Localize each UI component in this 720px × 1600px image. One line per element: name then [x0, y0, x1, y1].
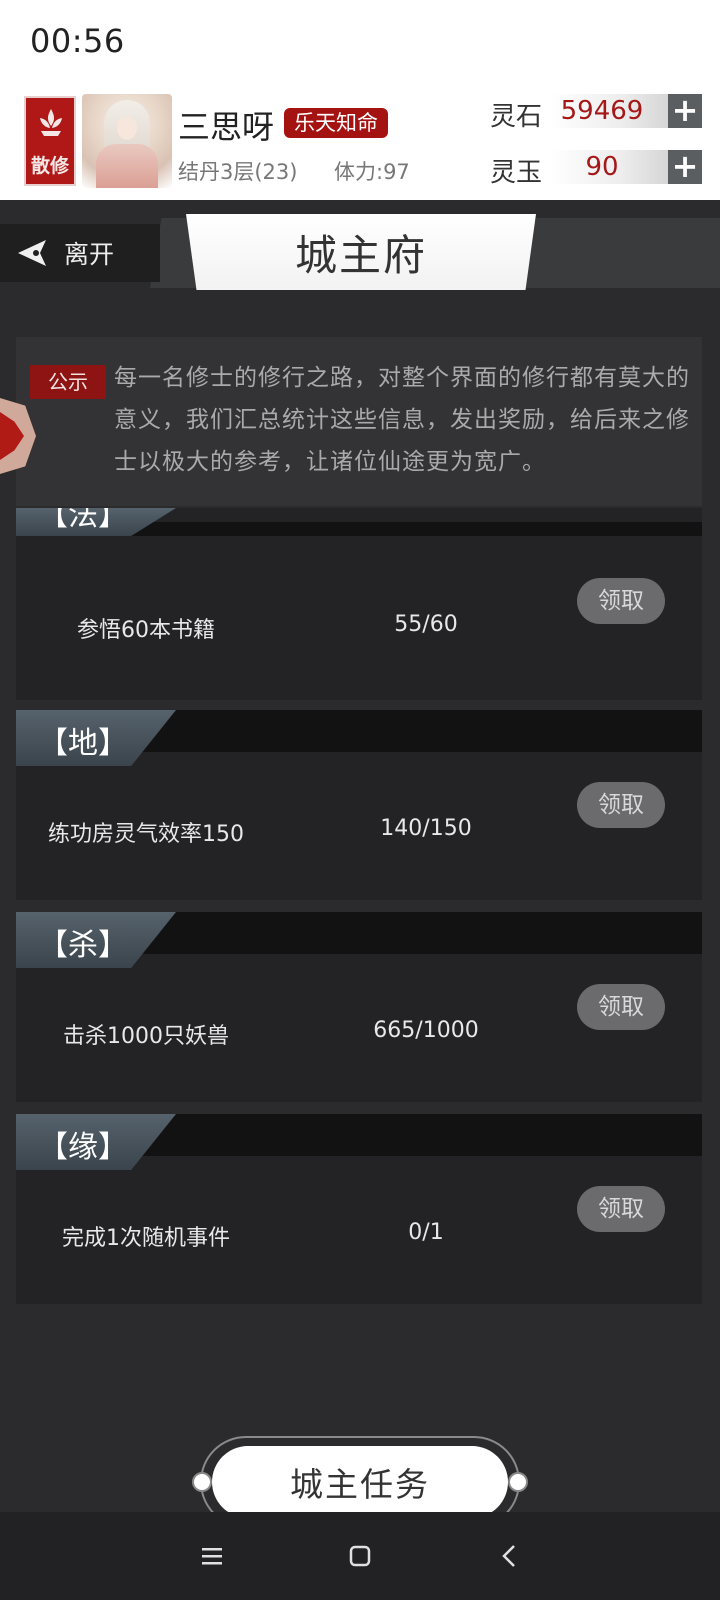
task-card: 【缘】 完成1次随机事件 0/1 领取 — [16, 1114, 702, 1304]
system-nav-bar — [0, 1512, 720, 1600]
notice-tag: 公示 — [30, 365, 106, 399]
task-tab-label: 【地】 — [38, 726, 128, 761]
task-card: 【杀】 击杀1000只妖兽 665/1000 领取 — [16, 912, 702, 1102]
task-tab-label: 【杀】 — [38, 928, 128, 963]
bottom-button-left-dot — [192, 1472, 212, 1492]
task-tab-label: 【缘】 — [38, 1130, 128, 1165]
currency-spirit-jade: 灵玉 90 + — [490, 150, 710, 190]
title-bar: 离开 城主府 — [0, 200, 720, 300]
currency-spirit-stone: 灵石 59469 + — [490, 94, 710, 134]
claim-button[interactable]: 领取 — [577, 984, 665, 1030]
plus-icon[interactable]: + — [668, 94, 702, 128]
currency-value: 59469 — [560, 96, 644, 126]
task-progress: 0/1 — [408, 1220, 444, 1245]
player-header: 散修 三思呀 乐天知命 结丹3层(23) 体力:97 灵石 59469 + 灵玉… — [0, 86, 720, 200]
task-description: 参悟60本书籍 — [77, 618, 215, 643]
home-icon[interactable] — [344, 1540, 376, 1572]
currency-label: 灵石 — [490, 102, 543, 132]
task-card: 【法】 参悟60本书籍 55/60 领取 — [16, 508, 702, 700]
task-progress: 140/150 — [380, 816, 472, 841]
lotus-emblem-icon — [40, 109, 62, 136]
task-tab: 【杀】 — [16, 912, 176, 968]
back-label: 离开 — [64, 240, 115, 269]
page-title: 城主府 — [294, 230, 427, 280]
sect-label: 散修 — [30, 155, 69, 177]
back-nav-icon[interactable] — [494, 1540, 526, 1572]
back-button[interactable]: 离开 — [0, 224, 160, 282]
task-description: 击杀1000只妖兽 — [63, 1024, 229, 1049]
claim-button[interactable]: 领取 — [577, 1186, 665, 1232]
avatar[interactable] — [82, 94, 172, 188]
plus-icon[interactable]: + — [668, 150, 702, 184]
claim-button[interactable]: 领取 — [577, 578, 665, 624]
claim-button[interactable]: 领取 — [577, 782, 665, 828]
player-title-badge: 乐天知命 — [284, 108, 388, 138]
task-card: 【地】 练功房灵气效率150 140/150 领取 — [16, 710, 702, 900]
task-progress: 665/1000 — [373, 1018, 479, 1043]
task-progress: 55/60 — [394, 612, 458, 637]
sect-badge[interactable]: 散修 — [24, 96, 76, 186]
currency-value-box: 59469 — [550, 94, 670, 128]
player-name: 三思呀 — [178, 108, 275, 146]
menu-icon[interactable] — [196, 1540, 228, 1572]
notice-panel: 公示 每一名修士的修行之路，对整个界面的修行都有莫大的意义，我们汇总统计这些信息… — [16, 337, 702, 506]
currency-value-box: 90 — [550, 150, 670, 184]
task-tab: 【地】 — [16, 710, 176, 766]
currency-label: 灵玉 — [490, 158, 543, 188]
player-stamina: 体力:97 — [334, 160, 410, 184]
task-description: 完成1次随机事件 — [62, 1226, 230, 1251]
currency-value: 90 — [585, 152, 619, 182]
status-time: 00:56 — [30, 22, 125, 60]
notice-text: 每一名修士的修行之路，对整个界面的修行都有莫大的意义，我们汇总统计这些信息，发出… — [114, 365, 690, 475]
bottom-button-right-dot — [508, 1472, 528, 1492]
status-bar: 00:56 — [0, 0, 720, 86]
back-arrow-icon — [18, 240, 46, 266]
city-lord-tasks-button[interactable]: 城主任务 — [212, 1446, 508, 1518]
task-description: 练功房灵气效率150 — [48, 822, 244, 847]
page-title-ribbon: 城主府 — [186, 214, 536, 290]
task-tab: 【缘】 — [16, 1114, 176, 1170]
player-realm: 结丹3层(23) — [178, 160, 298, 184]
